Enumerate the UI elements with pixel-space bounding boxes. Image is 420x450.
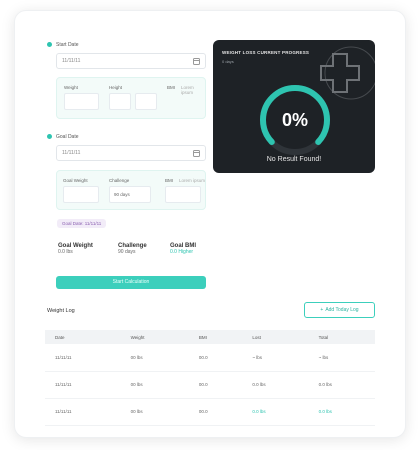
goal-date-label: Goal Date	[56, 134, 79, 140]
summary-challenge-value: 90 days	[118, 249, 136, 255]
start-date-value: 11/11/11	[62, 58, 81, 64]
goal-date-field[interactable]: 11/11/11	[56, 145, 206, 161]
table-row: 11/11/11 00 lbs 00.0 0.0 lbs 0.0 lbs	[45, 371, 375, 399]
table-row: 11/11/11 00 lbs 00.0 0.0 lbs 0.0 lbs	[45, 398, 375, 426]
goal-date-note: Goal Date: 11/11/11	[57, 219, 107, 228]
summary-goal-weight: Goal Weight 0.0 lbs	[58, 243, 93, 255]
col-total: Total	[308, 330, 375, 344]
col-date: Date	[45, 330, 121, 344]
height-ft-input[interactable]	[109, 93, 131, 110]
cell-date: 11/11/11	[45, 398, 121, 426]
progress-graphics: 0%	[260, 46, 375, 155]
table-header-row: Date Weight BMI Lost Total	[45, 330, 375, 344]
cell-date: 11/11/11	[45, 344, 121, 372]
no-result-message: No Result Found!	[266, 156, 322, 163]
cell-lost: ~ lbs	[242, 344, 309, 372]
cell-bmi: 00.0	[188, 344, 243, 372]
goal-date-value: 11/11/11	[62, 150, 81, 156]
progress-card: WEIGHT LOSS CURRENT PROGRESS 0 days 0% N…	[213, 40, 375, 173]
col-bmi: BMI	[188, 330, 243, 344]
add-today-log-label: Add Today Log	[325, 307, 359, 313]
summary-goal-bmi: Goal BMI 0.0 Higher	[170, 243, 196, 255]
weight-input[interactable]	[64, 93, 99, 110]
cell-weight: 00 lbs	[120, 398, 189, 426]
start-date-label: Start Date	[56, 42, 79, 48]
challenge-label: Challenge	[109, 178, 130, 183]
challenge-select[interactable]: 90 days	[109, 186, 151, 203]
cell-lost: 0.0 lbs	[242, 398, 309, 426]
goal-bmi-label: BMI	[165, 178, 174, 183]
col-lost: Lost	[242, 330, 309, 344]
cell-date: 11/11/11	[45, 371, 121, 399]
cell-bmi: 00.0	[188, 398, 243, 426]
cell-lost: 0.0 lbs	[242, 371, 309, 399]
weight-log-title: Weight Log	[47, 308, 75, 314]
start-date-field[interactable]: 11/11/11	[56, 53, 206, 69]
cell-total: 0.0 lbs	[308, 371, 375, 399]
progress-percent: 0%	[282, 110, 308, 130]
cell-total: 0.0 lbs	[308, 398, 375, 426]
calendar-icon[interactable]	[193, 57, 200, 65]
cross-logo-icon	[320, 46, 375, 100]
table-row: 11/11/11 00 lbs 00.0 ~ lbs ~ lbs	[45, 344, 375, 372]
start-metrics-panel: Weight Height BMI Lorem ipsum	[56, 77, 206, 119]
goal-bmi-input[interactable]	[165, 186, 201, 203]
goal-bmi-hint: Lorem ipsum	[179, 178, 206, 183]
bmi-label: BMI	[167, 85, 176, 90]
height-in-input[interactable]	[135, 93, 157, 110]
weight-label: Weight	[64, 85, 78, 90]
col-weight: Weight	[120, 330, 189, 344]
summary-goal-weight-value: 0.0 lbs	[58, 249, 73, 255]
start-calculation-button[interactable]: Start Calculation	[56, 276, 206, 289]
height-label: Height	[109, 85, 123, 90]
goal-bullet	[47, 134, 52, 139]
add-today-log-button[interactable]: + Add Today Log	[304, 302, 375, 318]
weight-log-table: Date Weight BMI Lost Total 11/11/11 00 l…	[45, 330, 375, 426]
cell-weight: 00 lbs	[120, 371, 189, 399]
calendar-icon[interactable]	[193, 149, 200, 157]
summary-challenge: Challenge 90 days	[118, 243, 147, 255]
goal-metrics-panel: Goal Weight Challenge 90 days BMI Lorem …	[56, 170, 206, 210]
cell-weight: 00 lbs	[120, 344, 189, 372]
goal-weight-label: Goal Weight	[63, 178, 88, 183]
cell-total: ~ lbs	[308, 344, 375, 372]
cell-bmi: 00.0	[188, 371, 243, 399]
summary-goal-bmi-value: 0.0 Higher	[170, 249, 194, 255]
start-bullet	[47, 42, 52, 47]
bmi-hint: Lorem ipsum	[181, 85, 194, 95]
goal-weight-input[interactable]	[63, 186, 99, 203]
plus-icon: +	[320, 307, 324, 313]
summary-row: Goal Weight 0.0 lbs Challenge 90 days Go…	[58, 243, 206, 265]
